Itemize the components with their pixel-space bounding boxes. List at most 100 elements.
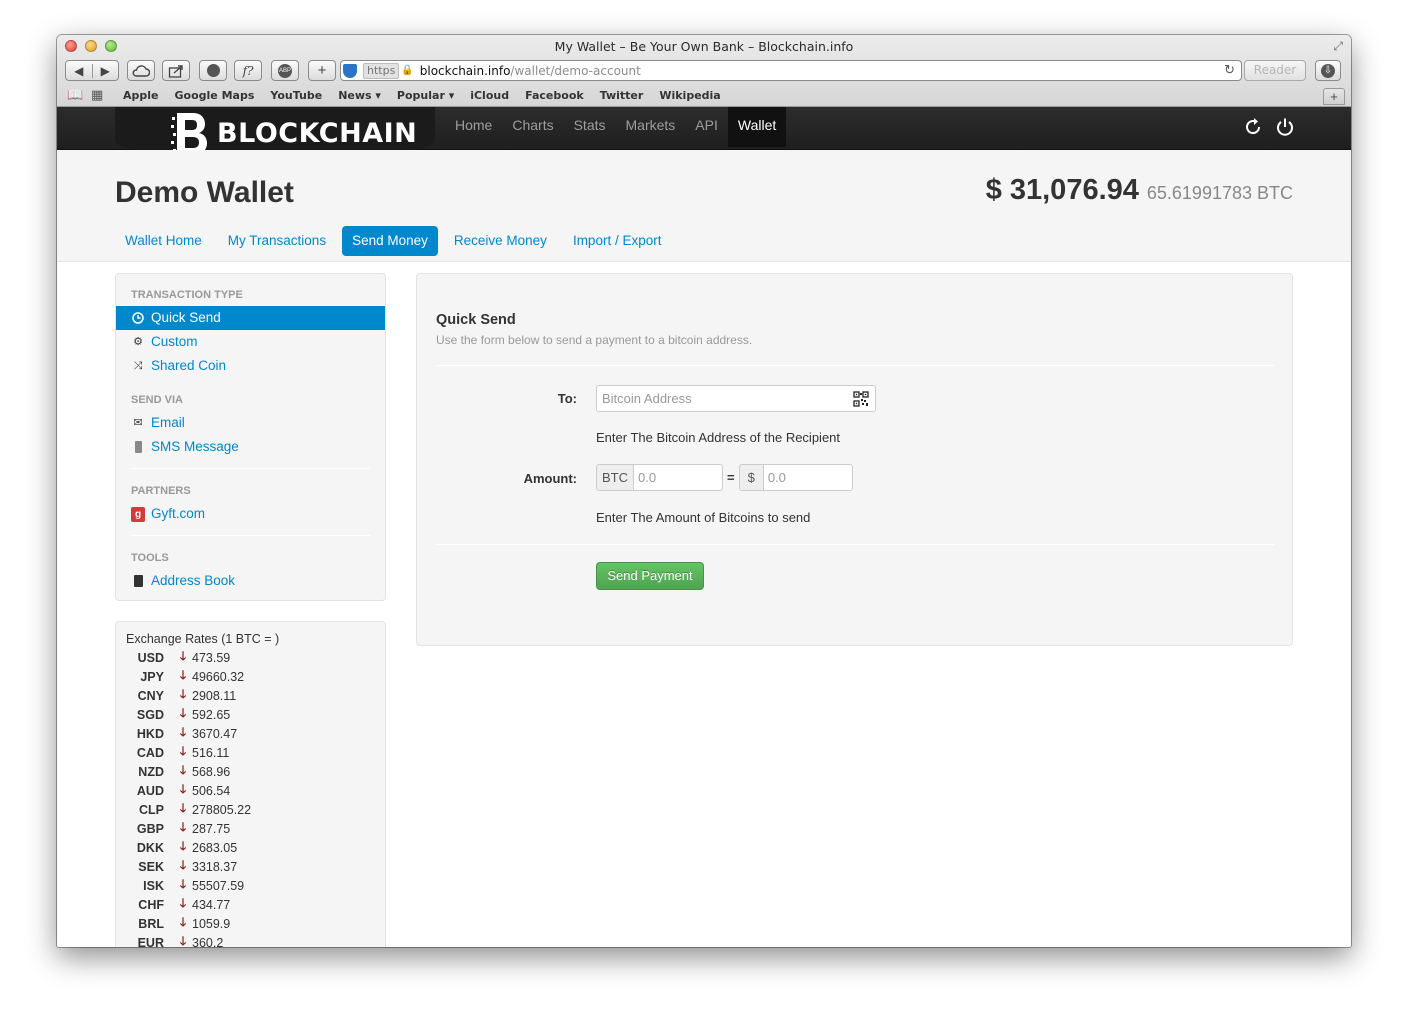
- plus-icon: +: [1330, 89, 1338, 104]
- site-navbar: BLOCKCHAIN Home Charts Stats Markets API…: [57, 107, 1351, 159]
- nav-markets[interactable]: Markets: [616, 107, 686, 147]
- bookmark-twitter[interactable]: Twitter: [600, 89, 644, 102]
- sidebar-item-label: Shared Coin: [151, 358, 227, 373]
- adblock-button[interactable]: ABP: [271, 60, 299, 81]
- nav-wallet[interactable]: Wallet: [727, 107, 787, 147]
- btc-amount-input[interactable]: 0.0: [633, 464, 723, 491]
- currency-code: NZD: [138, 764, 164, 779]
- rate-value: 1059.9: [192, 916, 231, 931]
- sidebar-item-custom[interactable]: ⚙ Custom: [116, 330, 385, 354]
- nav-charts[interactable]: Charts: [502, 107, 563, 147]
- arrow-down-icon: 🡓: [179, 877, 187, 891]
- bookmark-apple[interactable]: Apple: [123, 89, 159, 102]
- bookmark-wikipedia[interactable]: Wikipedia: [659, 89, 720, 102]
- sidebar-item-email[interactable]: ✉ Email: [116, 411, 385, 435]
- nav-home[interactable]: Home: [445, 107, 502, 147]
- arrow-down-icon: 🡓: [179, 782, 187, 796]
- currency-code: HKD: [136, 726, 164, 741]
- currency-code: CLP: [139, 802, 164, 817]
- arrow-down-icon: 🡓: [179, 934, 187, 947]
- sidebar-item-label: Custom: [151, 334, 198, 349]
- send-payment-button[interactable]: Send Payment: [596, 562, 704, 590]
- reload-icon[interactable]: ↻: [1224, 63, 1235, 78]
- form-subtitle: Use the form below to send a payment to …: [436, 333, 753, 347]
- sidebar-item-gyft[interactable]: g Gyft.com: [116, 502, 385, 526]
- bookmark-icloud[interactable]: iCloud: [470, 89, 509, 102]
- bookmark-popular[interactable]: Popular ▾: [397, 89, 454, 102]
- bookmark-news[interactable]: News ▾: [338, 89, 381, 102]
- equals-sign: =: [727, 470, 735, 485]
- extension-button-1[interactable]: [199, 60, 227, 81]
- back-icon[interactable]: ◀: [66, 64, 92, 78]
- currency-code: DKK: [136, 840, 164, 855]
- exchange-rate-row: NZD 🡓 568.96: [126, 762, 375, 781]
- grid-icon[interactable]: ▦: [91, 88, 115, 103]
- site-nav: Home Charts Stats Markets API Wallet: [445, 107, 787, 147]
- envelope-icon: ✉: [133, 417, 143, 429]
- browser-toolbar: My Wallet – Be Your Own Bank – Blockchai…: [57, 35, 1351, 107]
- nav-stats[interactable]: Stats: [564, 107, 616, 147]
- bookmarks-bar: 📖 ▦ Apple Google Maps YouTube News ▾ Pop…: [57, 85, 1351, 105]
- reader-button[interactable]: Reader: [1244, 60, 1306, 81]
- book-icon: [131, 574, 145, 588]
- arrow-down-icon: 🡓: [179, 649, 187, 663]
- shuffle-icon: ⤨: [133, 360, 143, 372]
- sidebar-item-sms[interactable]: SMS Message: [116, 435, 385, 459]
- forward-icon[interactable]: ▶: [91, 63, 119, 78]
- brand-name[interactable]: BLOCKCHAIN: [217, 118, 417, 149]
- gyft-logo-icon: g: [131, 506, 145, 522]
- arrow-down-icon: 🡓: [179, 763, 187, 777]
- refresh-icon[interactable]: [1243, 117, 1263, 137]
- bookmark-google-maps[interactable]: Google Maps: [175, 89, 255, 102]
- power-icon[interactable]: [1275, 117, 1295, 137]
- exchange-rate-row: CHF 🡓 434.77: [126, 895, 375, 914]
- sidebar-item-address-book[interactable]: Address Book: [116, 569, 385, 593]
- balance-usd: $ 31,076.94: [985, 174, 1139, 206]
- add-tab-button[interactable]: +: [1323, 88, 1345, 105]
- sidebar-item-label: SMS Message: [151, 439, 239, 454]
- address-help-text: Enter The Bitcoin Address of the Recipie…: [596, 430, 841, 445]
- wallet-balance[interactable]: $ 31,076.94 65.61991783 BTC: [986, 174, 1293, 207]
- exchange-rate-row: AUD 🡓 506.54: [126, 781, 375, 800]
- extension-button-2[interactable]: f?: [234, 60, 262, 81]
- transaction-type-header: Transaction Type: [131, 289, 243, 301]
- exchange-rate-row: USD 🡓 473.59: [126, 648, 375, 667]
- partners-header: Partners: [131, 485, 191, 497]
- sidebar-item-label: Quick Send: [151, 310, 221, 325]
- tab-import-export[interactable]: Import / Export: [563, 226, 672, 256]
- web-page: BLOCKCHAIN Home Charts Stats Markets API…: [57, 107, 1351, 947]
- tab-send-money[interactable]: Send Money: [342, 226, 438, 256]
- arrow-down-icon: 🡓: [179, 706, 187, 720]
- new-tab-button[interactable]: +: [308, 60, 336, 81]
- share-button[interactable]: [162, 60, 190, 81]
- amount-help-text: Enter The Amount of Bitcoins to send: [596, 510, 811, 525]
- icloud-tabs-button[interactable]: [127, 60, 155, 81]
- fullscreen-icon[interactable]: ⤢: [1333, 39, 1343, 54]
- tab-my-transactions[interactable]: My Transactions: [218, 226, 336, 256]
- tab-receive-money[interactable]: Receive Money: [444, 226, 557, 256]
- arrow-down-icon: 🡓: [179, 725, 187, 739]
- exchange-rate-row: ISK 🡓 55507.59: [126, 876, 375, 895]
- send-options-sidebar: Transaction Type Quick Send ⚙ Custom ⤨ S…: [115, 273, 386, 601]
- amount-input-group: BTC 0.0 = $ 0.0: [596, 464, 853, 491]
- qr-code-icon[interactable]: [853, 391, 869, 407]
- sidebar-item-shared-coin[interactable]: ⤨ Shared Coin: [116, 354, 385, 378]
- bitcoin-address-input[interactable]: Bitcoin Address: [596, 385, 876, 412]
- sidebar-item-quick-send[interactable]: Quick Send: [116, 306, 385, 330]
- bookmark-facebook[interactable]: Facebook: [525, 89, 584, 102]
- browser-window: My Wallet – Be Your Own Bank – Blockchai…: [57, 35, 1351, 947]
- tools-header: Tools: [131, 552, 169, 564]
- rate-value: 516.11: [192, 745, 230, 760]
- usd-amount-input[interactable]: 0.0: [762, 464, 853, 491]
- book-icon[interactable]: 📖: [67, 88, 91, 103]
- form-title: Quick Send: [436, 312, 516, 328]
- bookmark-youtube[interactable]: YouTube: [270, 89, 322, 102]
- tab-wallet-home[interactable]: Wallet Home: [115, 226, 212, 256]
- to-label: To:: [557, 391, 577, 406]
- rate-value: 3670.47: [192, 726, 238, 741]
- nav-api[interactable]: API: [685, 107, 728, 147]
- arrow-down-icon: 🡓: [179, 744, 187, 758]
- https-badge: https: [363, 62, 400, 79]
- address-bar[interactable]: https 🔒 blockchain.info/wallet/demo-acco…: [340, 60, 1242, 81]
- downloads-button[interactable]: ⇩: [1315, 60, 1341, 81]
